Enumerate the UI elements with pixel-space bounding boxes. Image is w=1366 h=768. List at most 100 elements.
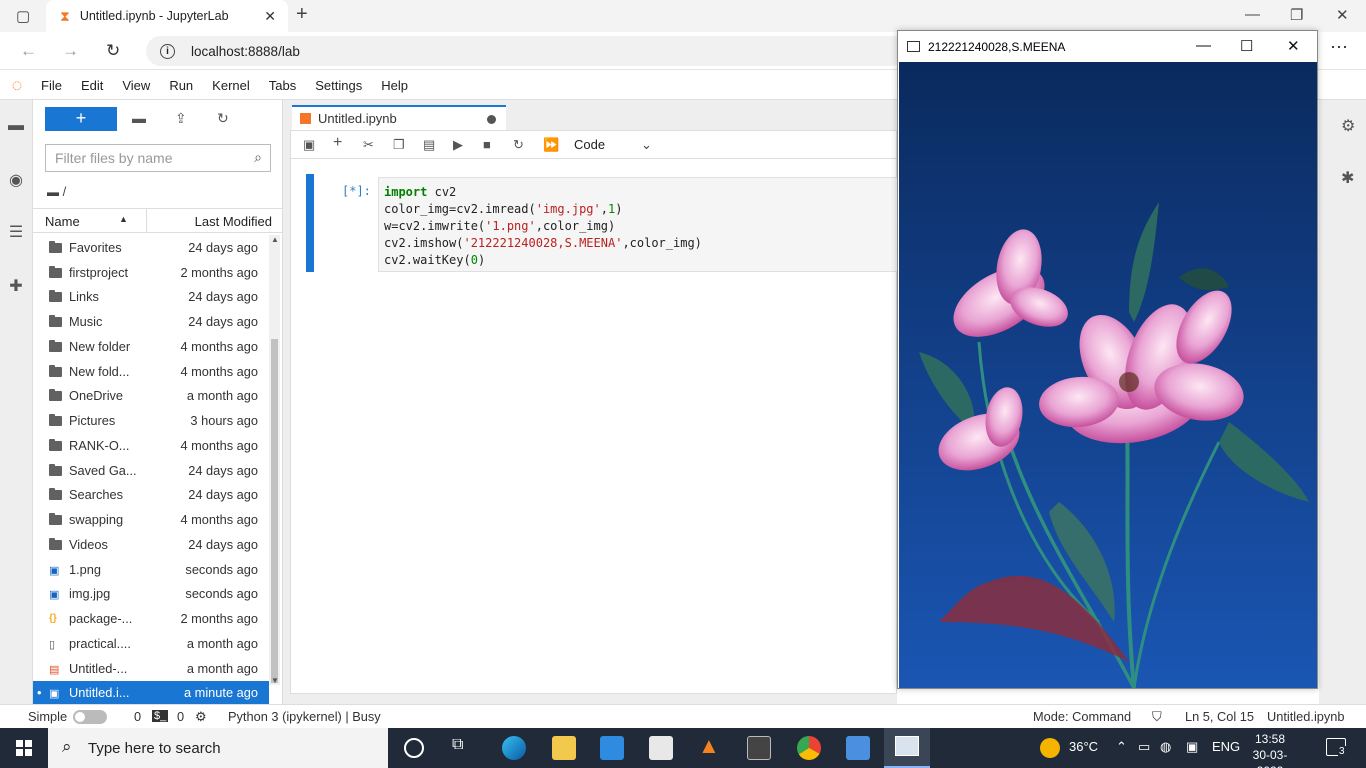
network-icon[interactable]: ◍: [1160, 739, 1171, 755]
url-field[interactable]: i localhost:8888/lab: [146, 36, 906, 66]
trusted-shield-icon[interactable]: ⛉: [1152, 709, 1162, 725]
minimize-browser-icon[interactable]: —: [1245, 6, 1260, 23]
upload-icon[interactable]: ⇪: [175, 110, 187, 127]
menu-help[interactable]: Help: [381, 78, 408, 93]
run-all-icon[interactable]: ⏩: [543, 137, 559, 153]
cursor-position[interactable]: Ln 5, Col 15: [1185, 709, 1254, 724]
minimize-window-icon[interactable]: —: [1196, 37, 1211, 54]
active-taskbar-app[interactable]: [884, 728, 930, 768]
battery-icon[interactable]: ▭: [1138, 739, 1150, 755]
photos-icon[interactable]: [846, 736, 870, 760]
code-cell[interactable]: [*]: import cv2 color_img=cv2.imread('im…: [306, 174, 908, 272]
new-folder-icon[interactable]: ▬: [132, 110, 146, 126]
chrome-icon[interactable]: [797, 736, 821, 760]
back-icon[interactable]: ←: [20, 41, 37, 61]
paste-icon[interactable]: ▤: [423, 137, 435, 153]
code-editor[interactable]: import cv2 color_img=cv2.imread('img.jpg…: [378, 177, 908, 272]
file-list-item[interactable]: Videos 24 days ago: [33, 532, 269, 557]
new-tab-icon[interactable]: +: [296, 3, 308, 26]
file-list-item[interactable]: ▯ practical.... a month ago: [33, 631, 269, 656]
kernel-gear-icon[interactable]: ⚙: [195, 709, 207, 725]
weather-icon[interactable]: [1040, 738, 1060, 758]
meet-now-icon[interactable]: ▣: [1186, 739, 1198, 755]
column-last-modified[interactable]: Last Modified: [195, 214, 272, 229]
file-list-item[interactable]: OneDrive a month ago: [33, 384, 269, 409]
file-list-item[interactable]: Pictures 3 hours ago: [33, 408, 269, 433]
refresh-icon[interactable]: ↻: [217, 110, 229, 127]
command-prompt-icon[interactable]: [747, 736, 771, 760]
cell-collapser[interactable]: [306, 174, 314, 272]
insert-cell-icon[interactable]: +: [333, 134, 342, 152]
file-list-item[interactable]: Links 24 days ago: [33, 285, 269, 310]
file-list-scrollbar[interactable]: ▲ ▼: [269, 235, 280, 685]
browser-tab-jupyterlab[interactable]: ⧗ Untitled.ipynb - JupyterLab ✕: [46, 0, 288, 32]
opencv-image-window[interactable]: 212221240028,S.MEENA — ☐ ✕: [897, 30, 1318, 689]
menu-edit[interactable]: Edit: [81, 78, 103, 93]
kernel-count[interactable]: 0: [177, 709, 184, 724]
run-cell-icon[interactable]: ▶: [453, 137, 463, 153]
cortana-icon[interactable]: [404, 738, 424, 758]
notebook-tab[interactable]: Untitled.ipynb: [292, 105, 506, 130]
close-browser-icon[interactable]: ✕: [1336, 6, 1349, 24]
table-of-contents-icon[interactable]: ☰: [7, 222, 25, 241]
tab-actions-icon[interactable]: ▢: [16, 7, 30, 25]
unsaved-dot-icon[interactable]: [487, 115, 496, 124]
weather-temp[interactable]: 36°C: [1069, 739, 1098, 754]
file-list-item[interactable]: firstproject 2 months ago: [33, 260, 269, 285]
debugger-icon[interactable]: ✱: [1341, 168, 1354, 188]
info-icon[interactable]: i: [160, 43, 175, 59]
file-list-item[interactable]: New fold... 4 months ago: [33, 359, 269, 384]
filter-files-input[interactable]: Filter files by name ⌕: [45, 144, 271, 172]
microsoft-store-icon[interactable]: [649, 736, 673, 760]
column-name[interactable]: Name: [45, 214, 80, 229]
extension-manager-icon[interactable]: ✚: [7, 276, 25, 295]
taskbar-search-box[interactable]: ⌕ Type here to search: [48, 728, 388, 768]
task-view-icon[interactable]: ⧉: [452, 736, 476, 760]
restore-browser-icon[interactable]: ❐: [1290, 6, 1303, 24]
file-list-item[interactable]: ▤ Untitled-... a month ago: [33, 656, 269, 681]
reload-icon[interactable]: ↻: [106, 41, 120, 61]
file-list-item[interactable]: swapping 4 months ago: [33, 507, 269, 532]
scroll-down-icon[interactable]: ▼: [271, 676, 279, 685]
language-indicator[interactable]: ENG: [1212, 739, 1240, 754]
terminal-icon[interactable]: $_: [152, 710, 169, 722]
sort-ascending-icon[interactable]: ▲: [119, 214, 128, 224]
close-window-icon[interactable]: ✕: [1287, 37, 1300, 55]
property-inspector-icon[interactable]: ⚙: [1341, 116, 1355, 136]
vlc-icon[interactable]: ▲: [698, 733, 722, 758]
file-list-item[interactable]: Saved Ga... 24 days ago: [33, 458, 269, 483]
mail-icon[interactable]: [600, 736, 624, 760]
maximize-window-icon[interactable]: ☐: [1240, 37, 1253, 55]
file-list-item[interactable]: ▣ img.jpg seconds ago: [33, 582, 269, 607]
save-icon[interactable]: ▣: [303, 137, 315, 153]
file-explorer-icon[interactable]: [552, 736, 576, 760]
cut-icon[interactable]: ✂: [363, 137, 374, 153]
kernel-status[interactable]: Python 3 (ipykernel) | Busy: [228, 709, 381, 724]
close-tab-icon[interactable]: ✕: [264, 8, 276, 25]
running-kernels-icon[interactable]: ◉: [7, 170, 25, 189]
menu-file[interactable]: File: [41, 78, 62, 93]
edge-browser-icon[interactable]: [502, 736, 526, 760]
file-list-item[interactable]: RANK-O... 4 months ago: [33, 433, 269, 458]
file-browser-icon[interactable]: ▬: [7, 117, 25, 135]
simple-mode-toggle[interactable]: [73, 710, 107, 724]
menu-settings[interactable]: Settings: [315, 78, 362, 93]
terminal-count[interactable]: 0: [134, 709, 141, 724]
taskbar-clock[interactable]: 13:58 30-03-2022: [1240, 731, 1300, 768]
forward-icon[interactable]: →: [62, 41, 79, 61]
restart-kernel-icon[interactable]: ↻: [513, 137, 524, 153]
copy-icon[interactable]: ❐: [393, 137, 405, 153]
menu-run[interactable]: Run: [169, 78, 193, 93]
file-list-item[interactable]: Favorites 24 days ago: [33, 235, 269, 260]
file-list-item[interactable]: ▣ Untitled.i... a minute ago •: [33, 680, 269, 706]
breadcrumb[interactable]: ▬ /: [47, 184, 66, 199]
file-list-item[interactable]: Searches 24 days ago: [33, 483, 269, 508]
file-list-item[interactable]: {} package-... 2 months ago: [33, 606, 269, 631]
menu-tabs[interactable]: Tabs: [269, 78, 296, 93]
menu-kernel[interactable]: Kernel: [212, 78, 250, 93]
file-list-item[interactable]: New folder 4 months ago: [33, 334, 269, 359]
file-list-item[interactable]: ▣ 1.png seconds ago: [33, 557, 269, 582]
scrollbar-thumb[interactable]: [271, 339, 278, 683]
scroll-up-icon[interactable]: ▲: [271, 235, 279, 244]
menu-view[interactable]: View: [122, 78, 150, 93]
